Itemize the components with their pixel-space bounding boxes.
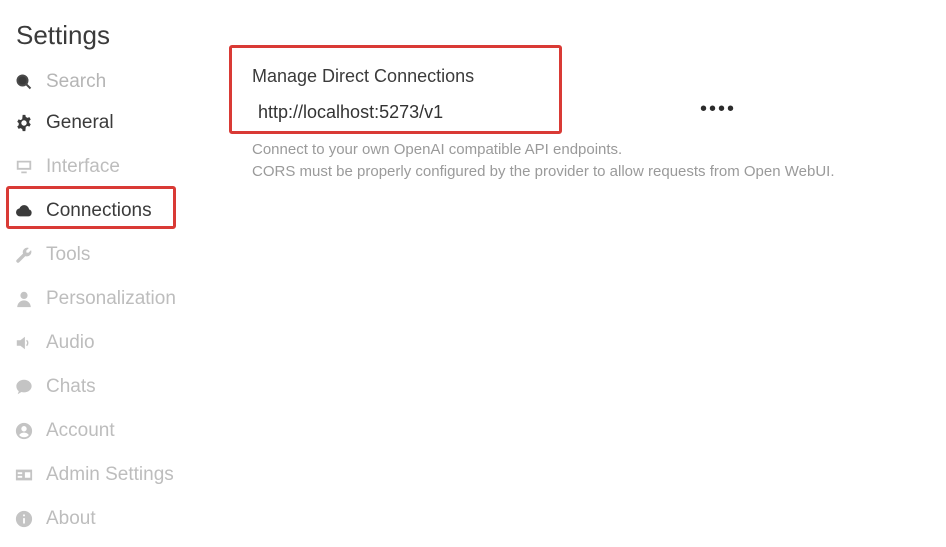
id-card-icon (14, 465, 34, 485)
wrench-icon (14, 245, 34, 265)
api-key-field[interactable]: •••• (700, 98, 736, 121)
info-circle-icon (14, 509, 34, 529)
sidebar-item-label: Admin Settings (46, 464, 174, 485)
cloud-icon (14, 201, 34, 221)
sidebar-item-audio[interactable]: Audio (14, 328, 95, 358)
chat-bubble-icon (14, 377, 34, 397)
search-icon (14, 72, 34, 92)
speaker-icon (14, 333, 34, 353)
sidebar-item-interface[interactable]: Interface (14, 152, 120, 182)
sidebar-item-tools[interactable]: Tools (14, 240, 90, 270)
sidebar-search[interactable]: Search (14, 67, 106, 97)
sidebar-item-label: Interface (46, 156, 120, 177)
sidebar-item-chats[interactable]: Chats (14, 372, 96, 402)
sidebar-item-label: General (46, 112, 114, 133)
description-line-2: CORS must be properly configured by the … (252, 163, 835, 180)
sidebar-item-general[interactable]: General (14, 108, 114, 138)
description-line-1: Connect to your own OpenAI compatible AP… (252, 141, 623, 158)
user-circle-icon (14, 421, 34, 441)
sidebar-item-label: Account (46, 420, 115, 441)
monitor-icon (14, 157, 34, 177)
sidebar-item-connections[interactable]: Connections (14, 196, 152, 226)
section-title: Manage Direct Connections (252, 66, 475, 86)
sidebar-item-label: Audio (46, 332, 95, 353)
connection-url-input[interactable] (250, 98, 618, 126)
sidebar-item-label: About (46, 508, 96, 529)
sidebar-item-admin-settings[interactable]: Admin Settings (14, 460, 174, 490)
settings-title: Settings (16, 20, 110, 50)
gear-icon (14, 113, 34, 133)
sidebar-item-label: Personalization (46, 288, 176, 309)
sidebar-item-label: Tools (46, 244, 91, 265)
sidebar-item-personalization[interactable]: Personalization (14, 284, 176, 314)
sidebar-item-about[interactable]: About (14, 504, 96, 534)
sidebar-item-account[interactable]: Account (14, 416, 115, 446)
sidebar-item-label: Chats (46, 376, 96, 397)
user-icon (14, 289, 34, 309)
sidebar-item-label: Connections (46, 200, 152, 221)
sidebar-search-label: Search (46, 71, 107, 92)
